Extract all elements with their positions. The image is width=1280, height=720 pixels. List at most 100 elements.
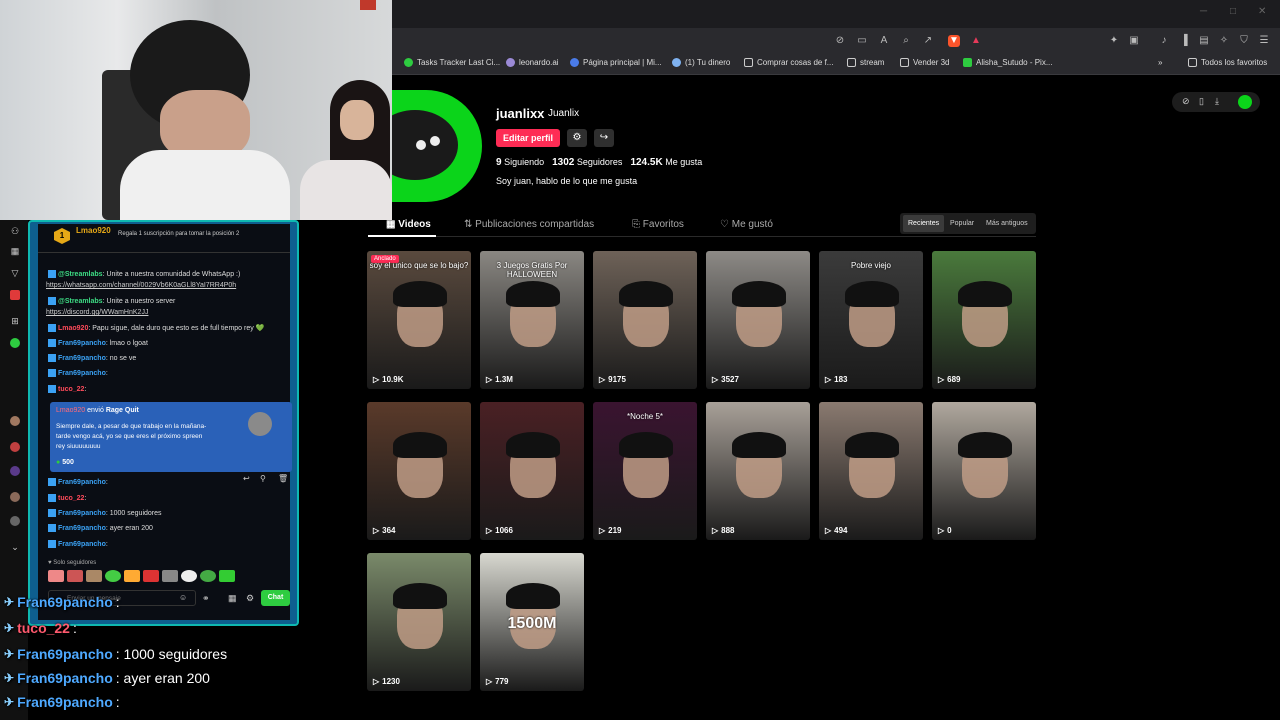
avatar[interactable]	[10, 442, 20, 452]
pin-icon[interactable]: ⚲	[260, 474, 266, 483]
chat-username[interactable]: tuco_22	[58, 386, 84, 393]
translate-icon[interactable]: A	[878, 35, 890, 47]
store-icon[interactable]: ▦	[228, 593, 237, 604]
chat-username[interactable]: Lmao920	[58, 325, 88, 332]
tab-videos[interactable]: ▦ Videos	[386, 219, 431, 230]
avatar[interactable]	[10, 466, 20, 476]
tab-favorites[interactable]: ⎘ Favoritos	[632, 219, 684, 230]
video-thumbnail[interactable]: 494	[819, 402, 923, 540]
chat-username[interactable]: Fran69pancho	[58, 370, 106, 377]
leo-icon[interactable]: ✧	[1218, 35, 1230, 47]
share-icon[interactable]: ↗	[922, 35, 934, 47]
bookmark-item[interactable]: Alisha_Sutudo - Pix...	[963, 58, 1052, 67]
add-icon[interactable]: ⊞	[10, 316, 20, 326]
sidebar-icon[interactable]: ▣	[1128, 35, 1140, 47]
chat-text[interactable]: https://whatsapp.com/channel/0029Vb6K0aG…	[46, 282, 236, 289]
following-stat[interactable]: 9 Siguiendo	[496, 157, 544, 168]
bookmark-item[interactable]: leonardo.ai	[506, 58, 559, 67]
chat-username[interactable]: @Streamlabs	[58, 271, 103, 278]
chat-username[interactable]: Fran69pancho	[58, 510, 106, 517]
menu-icon[interactable]: ☰	[1258, 35, 1270, 47]
reply-icon[interactable]: ↩	[243, 474, 250, 483]
emote-icon[interactable]	[67, 570, 83, 582]
bookmark-item[interactable]: (1) Tu dinero	[672, 58, 730, 67]
followers-stat[interactable]: 1302 Seguidores	[552, 157, 622, 168]
chat-send-button[interactable]: Chat	[261, 590, 290, 606]
cast-icon[interactable]: ▭	[856, 35, 868, 47]
emoji-icon[interactable]: ☺	[179, 593, 187, 602]
chat-username[interactable]: Fran69pancho	[58, 340, 106, 347]
bookmark-item[interactable]: Vender 3d	[900, 58, 949, 67]
bookmark-item[interactable]: Comprar cosas de f...	[744, 58, 833, 67]
calendar-icon[interactable]: ▦	[10, 246, 20, 256]
points-icon[interactable]: ⚭	[202, 593, 210, 604]
phone-icon[interactable]: ▯	[1199, 96, 1204, 107]
emote-icon[interactable]	[200, 570, 216, 582]
chat-username[interactable]: Fran69pancho	[58, 479, 106, 486]
settings-icon[interactable]: ⚙	[567, 129, 587, 147]
video-thumbnail[interactable]: Ancladosoy el unico que se lo bajo?10.9K	[367, 251, 471, 389]
extensions-icon[interactable]: ✦	[1108, 35, 1120, 47]
delete-icon[interactable]: 🗑	[278, 474, 288, 483]
bookmark-item[interactable]: stream	[847, 58, 884, 67]
emote-icon[interactable]	[219, 570, 235, 582]
video-thumbnail[interactable]: 888	[706, 402, 810, 540]
zoom-icon[interactable]: ⌕	[900, 35, 912, 47]
video-thumbnail[interactable]: 1230	[367, 553, 471, 691]
chat-username[interactable]: Fran69pancho	[58, 525, 106, 532]
video-thumbnail[interactable]: 1066	[480, 402, 584, 540]
status-icon[interactable]	[10, 338, 20, 348]
download-icon[interactable]: ⤓	[1215, 96, 1219, 107]
avatar[interactable]	[10, 492, 20, 502]
all-favorites-button[interactable]: Todos los favoritos	[1188, 58, 1267, 67]
wallet-icon[interactable]: ▤	[1198, 35, 1210, 47]
tab-reposts[interactable]: ⇅ Publicaciones compartidas	[464, 219, 594, 230]
share-icon[interactable]: ↪	[594, 129, 614, 147]
sort-oldest[interactable]: Más antiguos	[981, 215, 1033, 232]
bookmark-item[interactable]: Página principal | Mi...	[570, 58, 662, 67]
emote-icon[interactable]	[48, 570, 64, 582]
gear-icon[interactable]: ⚙	[246, 593, 254, 604]
panel-icon[interactable]: ▐	[1178, 35, 1190, 47]
video-thumbnail[interactable]: 1500M 779	[480, 553, 584, 691]
emote-icon[interactable]	[181, 570, 197, 582]
music-icon[interactable]: ♪	[1158, 35, 1170, 47]
chat-username[interactable]: Fran69pancho	[58, 541, 106, 548]
more-bookmarks-button[interactable]: »	[1158, 58, 1162, 67]
vpn-icon[interactable]: ⛉	[1238, 35, 1250, 47]
maximize-icon[interactable]: □	[1230, 6, 1236, 17]
close-icon[interactable]: ✕	[1258, 6, 1266, 17]
emote-icon[interactable]	[162, 570, 178, 582]
avatar[interactable]	[10, 416, 20, 426]
chevron-down-icon[interactable]: ⌄	[10, 542, 20, 552]
user-icon[interactable]: ⚇	[10, 226, 20, 236]
block-icon[interactable]: ⊘	[1182, 96, 1190, 107]
chat-text[interactable]: https://discord.gg/WWamHnK2JJ	[46, 309, 148, 316]
video-thumbnail[interactable]: 0	[932, 402, 1036, 540]
minimize-icon[interactable]: ─	[1200, 6, 1207, 17]
video-thumbnail[interactable]: *Noche 5* 219	[593, 402, 697, 540]
emote-icon[interactable]	[124, 570, 140, 582]
bookmark-item[interactable]: Tasks Tracker Last Ci...	[404, 58, 500, 67]
emote-icon[interactable]	[105, 570, 121, 582]
reader-icon[interactable]: ⊘	[834, 35, 846, 47]
video-thumbnail[interactable]: 9175	[593, 251, 697, 389]
filter-icon[interactable]: ▽	[10, 268, 20, 278]
sort-recent[interactable]: Recientes	[903, 215, 945, 232]
emote-icon[interactable]	[143, 570, 159, 582]
video-thumbnail[interactable]: 3527	[706, 251, 810, 389]
brave-shield-icon[interactable]: ▼	[948, 35, 960, 47]
avatar[interactable]	[10, 516, 20, 526]
video-thumbnail[interactable]: 689	[932, 251, 1036, 389]
emote-icon[interactable]	[86, 570, 102, 582]
video-thumbnail[interactable]: 364	[367, 402, 471, 540]
brave-rewards-icon[interactable]: ▲	[970, 35, 982, 47]
notification-icon[interactable]	[10, 290, 20, 300]
chat-username[interactable]: Fran69pancho	[58, 355, 106, 362]
avatar[interactable]	[1238, 95, 1252, 109]
video-thumbnail[interactable]: Pobre viejo 183	[819, 251, 923, 389]
tab-liked[interactable]: ♡ Me gustó	[720, 219, 773, 230]
edit-profile-button[interactable]: Editar perfil	[496, 129, 560, 147]
chat-username[interactable]: @Streamlabs	[58, 298, 103, 305]
sort-popular[interactable]: Popular	[945, 215, 979, 232]
